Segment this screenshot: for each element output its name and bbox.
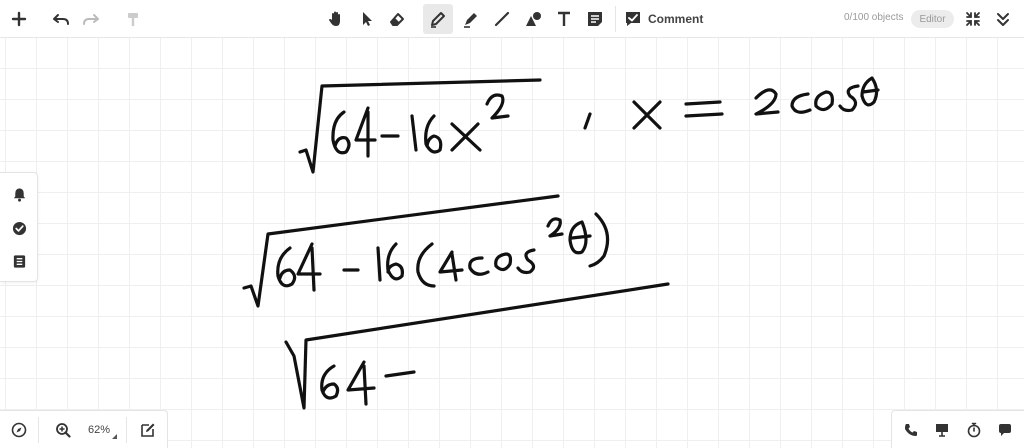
zoom-in-icon (56, 423, 71, 438)
line-icon (494, 11, 510, 27)
chat-button[interactable] (995, 420, 1015, 440)
pages-button[interactable] (9, 251, 29, 271)
highlighter-tool[interactable] (456, 4, 486, 34)
format-painter-button[interactable] (118, 4, 148, 34)
collapse-arrows-icon (966, 12, 980, 26)
bottom-left-panel: 62% (0, 410, 168, 448)
panel-separator (126, 417, 127, 443)
pen-tool[interactable] (423, 4, 453, 34)
highlighter-icon (464, 13, 477, 28)
object-count: 0/100 objects (844, 12, 904, 23)
panel-separator (38, 417, 39, 443)
add-button[interactable] (4, 4, 34, 34)
shapes-icon (526, 12, 541, 26)
present-button[interactable] (932, 420, 952, 440)
eraser-icon (390, 13, 404, 26)
comment-icon (626, 12, 640, 26)
list-icon (13, 254, 25, 268)
left-side-panel (0, 172, 38, 282)
check-circle-icon (12, 221, 26, 235)
compass-icon (11, 422, 27, 438)
pen-icon (431, 12, 445, 28)
hand-icon (329, 11, 340, 26)
toolbar-separator (615, 6, 616, 32)
comment-button[interactable]: Comment (624, 4, 703, 34)
editor-role-badge[interactable]: Editor (911, 10, 954, 28)
stopwatch-icon (967, 422, 981, 438)
navigator-button[interactable] (9, 420, 29, 440)
call-button[interactable] (901, 420, 921, 440)
pan-tool[interactable] (321, 4, 351, 34)
presentation-icon (936, 424, 948, 437)
eraser-tool[interactable] (382, 4, 412, 34)
undo-button[interactable] (46, 4, 76, 34)
edit-board-button[interactable] (138, 420, 158, 440)
edit-square-icon (141, 423, 155, 437)
select-tool[interactable] (352, 4, 382, 34)
sticky-note-tool[interactable] (580, 4, 610, 34)
line-tool[interactable] (487, 4, 517, 34)
zoom-level[interactable]: 62% (88, 424, 110, 436)
text-tool[interactable] (549, 4, 579, 34)
notifications-button[interactable] (9, 184, 29, 204)
paint-roller-icon (128, 13, 138, 26)
note-icon (588, 12, 602, 26)
bell-icon (13, 187, 25, 202)
check-button[interactable] (9, 218, 29, 238)
chat-icon (999, 424, 1011, 436)
phone-icon (905, 424, 917, 436)
zoom-dropdown-caret[interactable] (112, 434, 117, 439)
text-icon (558, 11, 570, 26)
double-chevron-down-icon (997, 13, 1009, 26)
shapes-tool[interactable] (518, 4, 548, 34)
plus-icon (11, 11, 27, 27)
collapse-toolbar-button[interactable] (988, 4, 1018, 34)
redo-button[interactable] (76, 4, 106, 34)
fullscreen-button[interactable] (958, 4, 988, 34)
zoom-in-button[interactable] (53, 420, 73, 440)
top-toolbar: Comment 0/100 objects Editor (0, 0, 1024, 38)
undo-icon (53, 14, 69, 25)
bottom-right-panel (891, 410, 1024, 448)
comment-label: Comment (648, 12, 704, 26)
timer-button[interactable] (964, 420, 984, 440)
cursor-icon (363, 12, 372, 26)
whiteboard-ink (242, 76, 880, 410)
redo-icon (83, 14, 99, 25)
